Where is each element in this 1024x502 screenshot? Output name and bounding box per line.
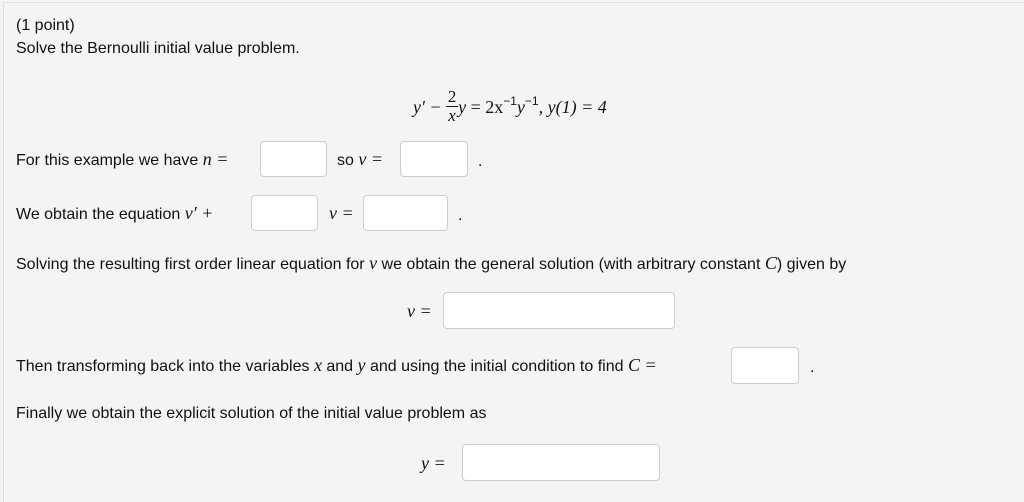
eq-frac-den: x <box>448 106 456 126</box>
so-text: so <box>337 152 359 169</box>
v-var: v = <box>358 149 383 169</box>
v-equals-label: v = <box>329 203 354 223</box>
n-var: n = <box>202 149 229 169</box>
text: ) given by <box>776 256 847 273</box>
eq-rhs: = 2x <box>466 97 504 117</box>
eq-line-label: We obtain the equation <box>16 206 185 223</box>
eq-frac-num: 2 <box>447 87 457 107</box>
so-v-label: so v = <box>337 149 383 171</box>
eq-rhs-y: y <box>516 97 525 117</box>
final-line-text: Finally we obtain the explicit solution … <box>16 405 487 422</box>
y-var: y <box>357 355 366 375</box>
v-prime-var: v′ + <box>184 203 214 223</box>
points-label: (1 point) <box>16 17 75 34</box>
period: . <box>810 359 815 376</box>
n-line-label: For this example we have <box>16 152 203 169</box>
n-line-text: For this example we have n = <box>16 149 228 171</box>
eq-line-text: We obtain the equation v′ + <box>16 203 213 225</box>
general-solution-text: Solving the resulting first order linear… <box>16 253 846 275</box>
period: . <box>478 153 483 170</box>
problem-panel <box>3 2 1024 502</box>
c-equals-label: C = <box>627 355 657 375</box>
text: and <box>321 358 358 375</box>
v-var: v <box>369 253 378 273</box>
text: Then transforming back into the variable… <box>16 358 314 375</box>
eq-lhs-y: y <box>458 97 467 117</box>
c-line-text: Then transforming back into the variable… <box>16 355 657 377</box>
eq-fraction: 2x <box>446 87 459 126</box>
x-var: x <box>313 355 322 375</box>
text: we obtain the general solution (with arb… <box>377 256 765 273</box>
period: . <box>458 207 463 224</box>
v-substitution-input[interactable] <box>400 141 468 177</box>
eq-exp1: −1 <box>503 94 517 108</box>
general-solution-input[interactable] <box>443 292 675 329</box>
c-var: C <box>764 253 777 273</box>
bernoulli-equation: y′ − 2xy = 2x−1y−1, y(1) = 4 <box>413 88 607 127</box>
coefficient-input[interactable] <box>251 195 318 231</box>
eq-exp2: −1 <box>524 94 539 108</box>
rhs-input[interactable] <box>363 195 448 231</box>
text: and using the initial condition to find <box>365 358 628 375</box>
n-input[interactable] <box>260 141 327 177</box>
c-input[interactable] <box>731 347 799 384</box>
text: Solving the resulting first order linear… <box>16 256 370 273</box>
eq-initial-condition: , y(1) = 4 <box>538 97 607 117</box>
explicit-solution-input[interactable] <box>462 444 660 481</box>
eq-lhs-prefix: y′ − <box>413 97 447 117</box>
y-equals-label: y = <box>421 453 446 473</box>
problem-instruction: Solve the Bernoulli initial value proble… <box>16 40 300 57</box>
v-equals-label: v = <box>407 301 432 321</box>
